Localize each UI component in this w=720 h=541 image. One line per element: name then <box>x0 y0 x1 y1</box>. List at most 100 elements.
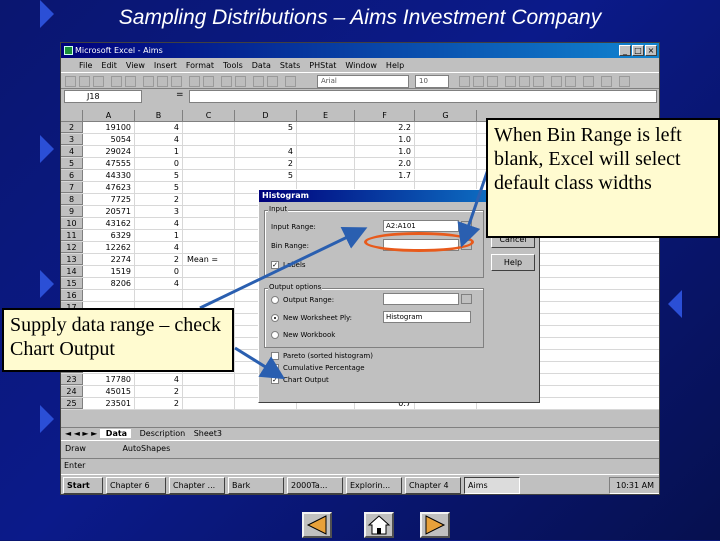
row-header[interactable]: 15 <box>61 278 83 289</box>
cell-b[interactable]: 2 <box>135 254 183 265</box>
cell-b[interactable]: 1 <box>135 146 183 157</box>
row-header[interactable]: 2 <box>61 122 83 133</box>
cell-f[interactable]: 2.0 <box>355 158 415 169</box>
autoshapes-menu[interactable]: AutoShapes <box>88 444 170 453</box>
cell-a[interactable]: 7725 <box>83 194 135 205</box>
cell-c[interactable] <box>183 398 235 409</box>
cell-e[interactable] <box>297 158 355 169</box>
input-range-field[interactable]: A2:A101 <box>383 220 459 232</box>
cell-f[interactable]: 1.7 <box>355 170 415 181</box>
start-button[interactable]: Start <box>63 477 103 494</box>
cell-a[interactable]: 2274 <box>83 254 135 265</box>
range-picker-icon[interactable] <box>461 294 472 304</box>
cell-a[interactable]: 47555 <box>83 158 135 169</box>
paste-icon[interactable] <box>171 76 182 87</box>
menu-help[interactable]: Help <box>386 61 404 70</box>
menu-edit[interactable]: Edit <box>101 61 117 70</box>
cell-c[interactable] <box>183 218 235 229</box>
menu-view[interactable]: View <box>126 61 145 70</box>
cell-g[interactable] <box>415 134 477 145</box>
cell-f[interactable]: 1.0 <box>355 146 415 157</box>
zoom-icon[interactable] <box>285 76 296 87</box>
align-right-icon[interactable] <box>533 76 544 87</box>
cell-f[interactable]: 2.2 <box>355 122 415 133</box>
underline-icon[interactable] <box>487 76 498 87</box>
taskbar-item-active[interactable]: Aims <box>464 477 520 494</box>
italic-icon[interactable] <box>473 76 484 87</box>
cell-b[interactable]: 4 <box>135 242 183 253</box>
open-icon[interactable] <box>79 76 90 87</box>
cell-c[interactable] <box>183 122 235 133</box>
row-header[interactable]: 7 <box>61 182 83 193</box>
currency-icon[interactable] <box>551 76 562 87</box>
cell-f[interactable]: 1.0 <box>355 134 415 145</box>
cell-b[interactable] <box>135 290 183 301</box>
print-icon[interactable] <box>111 76 122 87</box>
chart-wizard-icon[interactable] <box>253 76 264 87</box>
new-icon[interactable] <box>65 76 76 87</box>
next-button[interactable] <box>420 512 450 538</box>
cell-e[interactable] <box>297 122 355 133</box>
cell-c[interactable] <box>183 290 235 301</box>
column-header[interactable]: F <box>355 110 415 121</box>
cell-b[interactable]: 5 <box>135 182 183 193</box>
taskbar-item[interactable]: Bark <box>228 477 284 494</box>
row-header[interactable]: 5 <box>61 158 83 169</box>
column-header[interactable]: G <box>415 110 477 121</box>
formula-input[interactable] <box>189 90 657 103</box>
labels-checkbox[interactable]: ✓ <box>271 261 279 269</box>
cell-d[interactable]: 4 <box>235 146 297 157</box>
cell-c[interactable] <box>183 278 235 289</box>
cell-c[interactable] <box>183 194 235 205</box>
range-picker-icon[interactable] <box>461 221 472 231</box>
font-color-icon[interactable] <box>619 76 630 87</box>
row-header[interactable]: 24 <box>61 386 83 397</box>
save-icon[interactable] <box>93 76 104 87</box>
preview-icon[interactable] <box>125 76 136 87</box>
cell-b[interactable]: 4 <box>135 134 183 145</box>
menu-insert[interactable]: Insert <box>154 61 177 70</box>
autosum-icon[interactable] <box>221 76 232 87</box>
font-name-select[interactable]: Arial <box>317 75 409 88</box>
cell-d[interactable] <box>235 134 297 145</box>
undo-icon[interactable] <box>189 76 200 87</box>
cell-b[interactable]: 3 <box>135 206 183 217</box>
menu-data[interactable]: Data <box>252 61 271 70</box>
cell-b[interactable]: 2 <box>135 398 183 409</box>
cell-c[interactable] <box>183 146 235 157</box>
cell-a[interactable]: 19100 <box>83 122 135 133</box>
cell-g[interactable] <box>415 122 477 133</box>
tab-description[interactable]: Description <box>134 429 186 438</box>
cell-c[interactable] <box>183 134 235 145</box>
equals-icon[interactable]: = <box>176 90 184 100</box>
new-worksheet-radio[interactable] <box>271 314 279 322</box>
cell-a[interactable]: 5054 <box>83 134 135 145</box>
fill-color-icon[interactable] <box>601 76 612 87</box>
align-left-icon[interactable] <box>505 76 516 87</box>
column-header[interactable]: D <box>235 110 297 121</box>
align-center-icon[interactable] <box>519 76 530 87</box>
row-header[interactable]: 9 <box>61 206 83 217</box>
cell-a[interactable]: 20571 <box>83 206 135 217</box>
cell-c[interactable] <box>183 206 235 217</box>
cell-d[interactable]: 2 <box>235 158 297 169</box>
draw-menu[interactable]: Draw <box>61 444 86 453</box>
previous-button[interactable] <box>302 512 332 538</box>
cell-b[interactable]: 4 <box>135 122 183 133</box>
taskbar-item[interactable]: Chapter 4 <box>405 477 461 494</box>
home-button[interactable] <box>364 512 394 538</box>
cell-b[interactable]: 1 <box>135 230 183 241</box>
column-header[interactable]: C <box>183 110 235 121</box>
row-header[interactable]: 14 <box>61 266 83 277</box>
cell-c[interactable] <box>183 182 235 193</box>
cell-d[interactable]: 5 <box>235 170 297 181</box>
taskbar-item[interactable]: Chapter 6 <box>106 477 166 494</box>
cut-icon[interactable] <box>143 76 154 87</box>
cell-g[interactable] <box>415 170 477 181</box>
cell-b[interactable]: 2 <box>135 386 183 397</box>
row-header[interactable]: 3 <box>61 134 83 145</box>
row-header[interactable]: 12 <box>61 242 83 253</box>
cell-g[interactable] <box>415 158 477 169</box>
bold-icon[interactable] <box>459 76 470 87</box>
cell-a[interactable]: 12262 <box>83 242 135 253</box>
